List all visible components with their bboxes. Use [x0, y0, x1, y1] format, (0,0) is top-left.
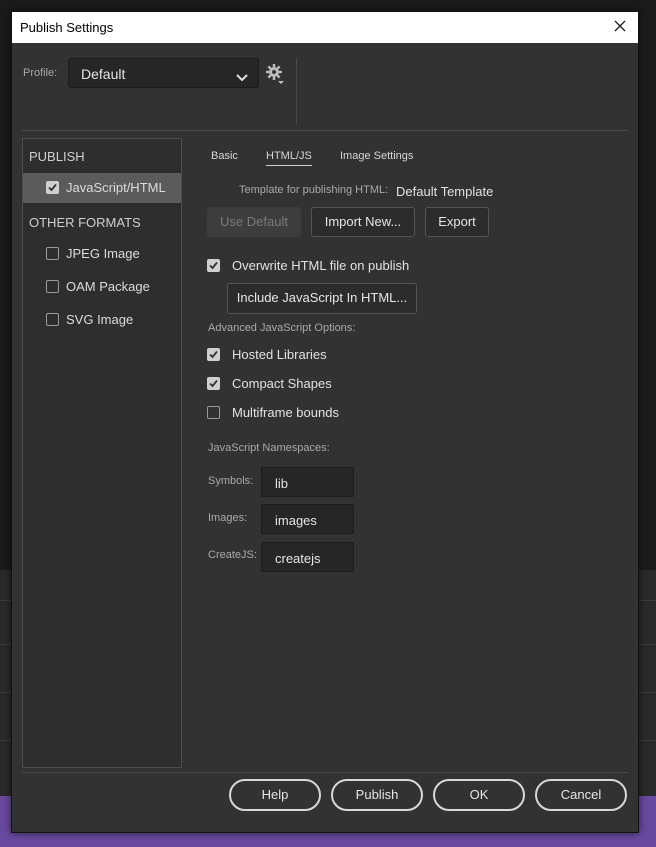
format-item-svg[interactable]: SVG Image [23, 305, 181, 335]
publish-settings-dialog: Publish Settings Profile: Default PUBLIS… [11, 11, 639, 833]
multiframe-bounds-label: Multiframe bounds [232, 405, 339, 420]
tab-image-settings[interactable]: Image Settings [340, 150, 413, 162]
overwrite-checkbox[interactable] [207, 259, 220, 272]
profile-value: Default [81, 66, 126, 82]
other-formats-header: OTHER FORMATS [29, 215, 141, 230]
title-bar[interactable]: Publish Settings [12, 12, 638, 43]
format-item-label: JavaScript/HTML [66, 180, 166, 195]
ok-button[interactable]: OK [433, 779, 525, 811]
symbols-label: Symbols: [208, 475, 254, 487]
tab-basic[interactable]: Basic [211, 150, 238, 162]
createjs-label: CreateJS: [208, 549, 257, 561]
template-label: Template for publishing HTML: [239, 184, 389, 196]
include-js-button[interactable]: Include JavaScript In HTML... [227, 283, 417, 314]
format-item-label: OAM Package [66, 279, 150, 294]
publish-section-header: PUBLISH [29, 149, 85, 164]
footer-divider [22, 772, 628, 773]
multiframe-bounds-checkbox[interactable] [207, 406, 220, 419]
horizontal-divider [22, 130, 628, 131]
close-icon[interactable] [610, 16, 630, 36]
advanced-header: Advanced JavaScript Options: [208, 322, 356, 334]
tab-html-js[interactable]: HTML/JS [266, 150, 312, 166]
format-item-label: JPEG Image [66, 246, 140, 261]
use-default-button[interactable]: Use Default [207, 207, 301, 237]
format-item-label: SVG Image [66, 312, 134, 327]
symbols-namespace-field[interactable]: lib [261, 467, 354, 497]
format-item-oam[interactable]: OAM Package [23, 272, 181, 302]
profile-label: Profile: [23, 67, 58, 79]
help-button[interactable]: Help [229, 779, 321, 811]
checkbox-icon[interactable] [46, 247, 59, 260]
images-namespace-field[interactable]: images [261, 504, 354, 534]
format-list-panel: PUBLISH JavaScript/HTML OTHER FORMATS JP… [22, 138, 182, 768]
cancel-button[interactable]: Cancel [535, 779, 627, 811]
vertical-divider [296, 58, 297, 124]
checkbox-icon[interactable] [46, 280, 59, 293]
hosted-libraries-checkbox[interactable] [207, 348, 220, 361]
checkbox-checked-icon[interactable] [46, 181, 59, 194]
images-label: Images: [208, 512, 248, 524]
format-item-javascript-html[interactable]: JavaScript/HTML [23, 173, 181, 203]
overwrite-label: Overwrite HTML file on publish [232, 258, 410, 273]
import-new-button[interactable]: Import New... [311, 207, 415, 237]
export-button[interactable]: Export [425, 207, 489, 237]
profile-select[interactable]: Default [68, 58, 259, 88]
compact-shapes-label: Compact Shapes [232, 376, 332, 391]
template-value: Default Template [396, 184, 494, 199]
compact-shapes-checkbox[interactable] [207, 377, 220, 390]
gear-icon[interactable] [265, 62, 285, 84]
createjs-namespace-field[interactable]: createjs [261, 542, 354, 572]
namespaces-header: JavaScript Namespaces: [208, 442, 330, 454]
chevron-down-icon [236, 69, 248, 87]
dialog-title: Publish Settings [20, 20, 114, 35]
checkbox-icon[interactable] [46, 313, 59, 326]
hosted-libraries-label: Hosted Libraries [232, 347, 327, 362]
format-item-jpeg[interactable]: JPEG Image [23, 239, 181, 269]
publish-button[interactable]: Publish [331, 779, 423, 811]
